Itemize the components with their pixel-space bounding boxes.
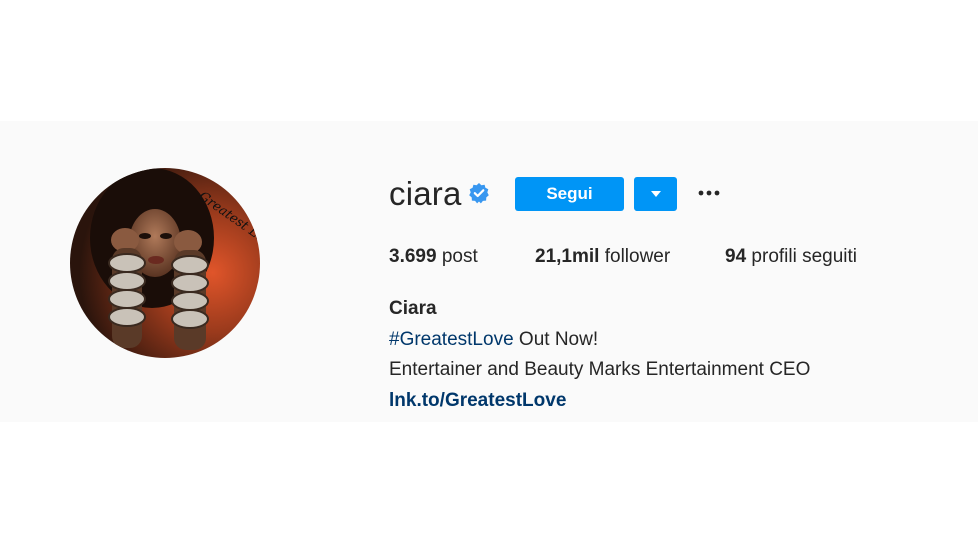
caret-down-icon [650, 191, 661, 197]
suggested-dropdown-button[interactable] [634, 177, 677, 211]
following-stat[interactable]: 94 profili seguiti [725, 245, 857, 269]
profile-avatar[interactable]: Greatest Love [70, 168, 260, 358]
avatar-image: Greatest Love [70, 168, 260, 358]
more-options-button[interactable] [695, 182, 723, 204]
ellipsis-icon [698, 190, 720, 196]
followers-label: follower [604, 246, 671, 267]
follow-button[interactable]: Segui [515, 177, 624, 211]
bio-line-1-text: Out Now! [513, 329, 599, 350]
profile-username: ciara [389, 175, 462, 212]
verified-badge-icon [468, 182, 490, 204]
posts-label: post [441, 246, 478, 267]
posts-stat: 3.699 post [389, 245, 478, 269]
bio-line-1: #GreatestLove Out Now! [389, 328, 598, 352]
bio-hashtag-link[interactable]: #GreatestLove [389, 329, 514, 350]
posts-count: 3.699 [389, 246, 437, 267]
profile-full-name: Ciara [389, 298, 437, 319]
followers-stat[interactable]: 21,1mil follower [535, 245, 670, 269]
following-count: 94 [725, 246, 747, 267]
following-label: profili seguiti [751, 246, 858, 267]
bio-external-link[interactable]: lnk.to/GreatestLove [389, 389, 566, 413]
bio-line-2: Entertainer and Beauty Marks Entertainme… [389, 359, 811, 380]
followers-count: 21,1mil [535, 246, 600, 267]
